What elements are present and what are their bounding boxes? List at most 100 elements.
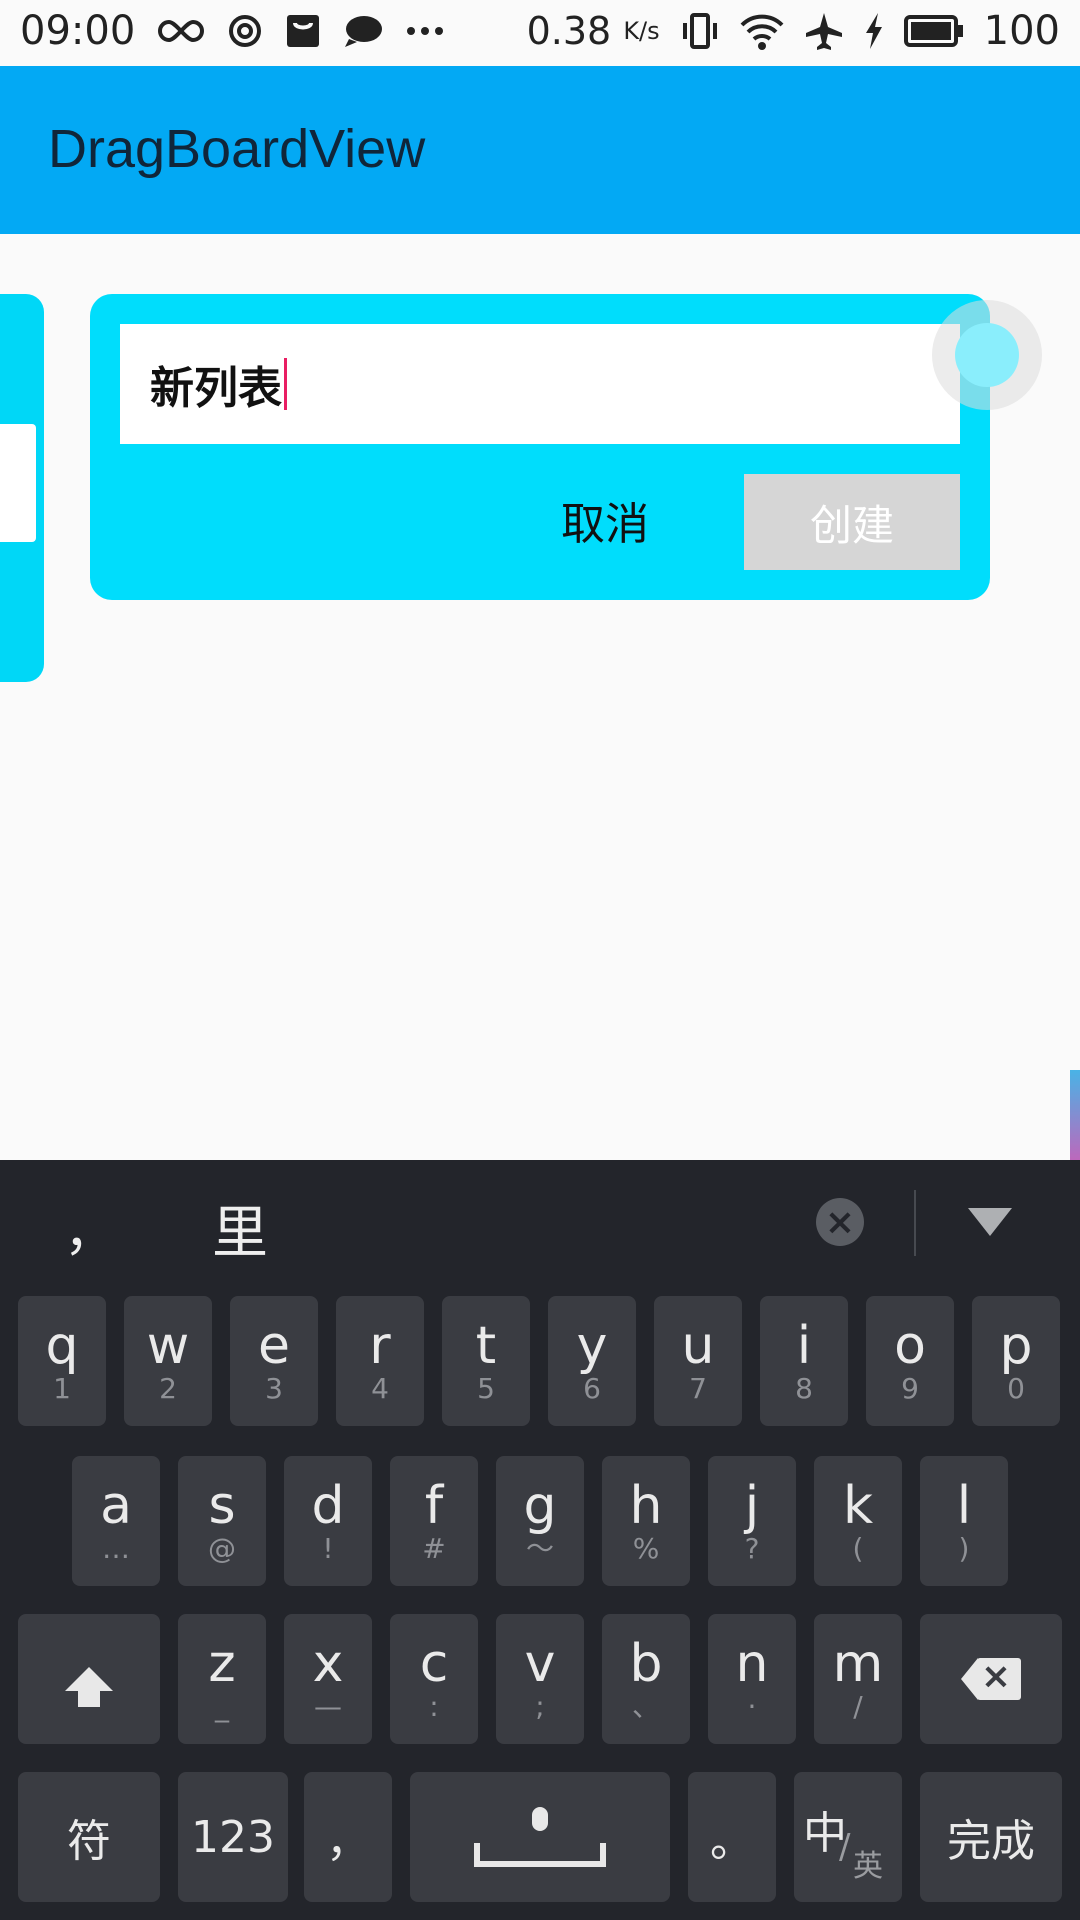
comma-key[interactable]: ， bbox=[304, 1772, 392, 1902]
lang-slash-label: / bbox=[839, 1827, 851, 1867]
done-key-label: 完成 bbox=[947, 1816, 1035, 1867]
numbers-key[interactable]: 123 bbox=[178, 1772, 288, 1902]
chat-icon bbox=[343, 13, 383, 49]
key-sublabel: ? bbox=[744, 1532, 760, 1565]
key-v[interactable]: v; bbox=[496, 1614, 584, 1744]
numbers-key-label: 123 bbox=[191, 1811, 275, 1863]
symbols-key-label: 符 bbox=[67, 1816, 111, 1867]
battery-level: 100 bbox=[983, 8, 1060, 54]
key-d[interactable]: d! bbox=[284, 1456, 372, 1586]
battery-icon bbox=[903, 15, 964, 47]
key-h[interactable]: h% bbox=[602, 1456, 690, 1586]
backspace-icon: × bbox=[961, 1656, 1021, 1700]
key-u[interactable]: u7 bbox=[654, 1296, 742, 1426]
airplane-icon bbox=[804, 11, 844, 51]
text-caret bbox=[284, 358, 287, 410]
key-i[interactable]: i8 bbox=[760, 1296, 848, 1426]
key-l[interactable]: l) bbox=[920, 1456, 1008, 1586]
key-sublabel: 9 bbox=[901, 1372, 919, 1405]
key-label: n bbox=[735, 1634, 769, 1694]
key-label: v bbox=[524, 1634, 556, 1694]
drag-indicator-dot bbox=[955, 323, 1019, 387]
key-p[interactable]: p0 bbox=[972, 1296, 1060, 1426]
key-sublabel: … bbox=[102, 1532, 130, 1565]
key-label: l bbox=[956, 1476, 972, 1536]
key-a[interactable]: a… bbox=[72, 1456, 160, 1586]
key-label: f bbox=[424, 1476, 444, 1536]
key-x[interactable]: x — bbox=[284, 1614, 372, 1744]
key-sublabel: : bbox=[429, 1690, 439, 1723]
key-label: j bbox=[744, 1476, 760, 1536]
key-z[interactable]: z _ bbox=[178, 1614, 266, 1744]
soft-keyboard: ， 里 × q1w2e3r4t5y6u7i8o9p0 a… s @ d! f # g ～ h% j… bbox=[0, 1160, 1080, 1920]
shift-arrow-icon bbox=[65, 1667, 113, 1707]
key-b[interactable]: b、 bbox=[602, 1614, 690, 1744]
key-s[interactable]: s @ bbox=[178, 1456, 266, 1586]
key-n[interactable]: n · bbox=[708, 1614, 796, 1744]
language-switch-key[interactable]: 中 / 英 bbox=[794, 1772, 902, 1902]
key-sublabel: ( bbox=[852, 1532, 864, 1565]
suggestion-candidate[interactable]: 里 bbox=[212, 1188, 268, 1269]
key-label: p bbox=[999, 1316, 1033, 1376]
swirl-icon bbox=[227, 13, 263, 49]
key-label: d bbox=[311, 1476, 345, 1536]
cancel-button[interactable]: 取消 bbox=[530, 472, 680, 568]
key-c[interactable]: c: bbox=[390, 1614, 478, 1744]
symbols-key[interactable]: 符 bbox=[18, 1772, 160, 1902]
infinity-icon bbox=[157, 16, 205, 46]
key-label: m bbox=[832, 1634, 884, 1694]
key-sublabel: @ bbox=[208, 1532, 236, 1565]
create-button[interactable]: 创建 bbox=[744, 474, 960, 570]
suggestion-punctuation[interactable]: ， bbox=[64, 1190, 116, 1265]
key-sublabel: 5 bbox=[477, 1372, 495, 1405]
key-label: c bbox=[419, 1634, 449, 1694]
key-j[interactable]: j? bbox=[708, 1456, 796, 1586]
key-m[interactable]: m / bbox=[814, 1614, 902, 1744]
key-f[interactable]: f # bbox=[390, 1456, 478, 1586]
key-o[interactable]: o9 bbox=[866, 1296, 954, 1426]
key-w[interactable]: w2 bbox=[124, 1296, 212, 1426]
board-column-previous[interactable] bbox=[0, 294, 44, 682]
key-g[interactable]: g ～ bbox=[496, 1456, 584, 1586]
app-bar: DragBoardView bbox=[0, 66, 1080, 234]
key-sublabel: 8 bbox=[795, 1372, 813, 1405]
list-name-value: 新列表 bbox=[150, 363, 282, 414]
key-label: t bbox=[475, 1316, 497, 1376]
speed-value: 0.38 bbox=[526, 9, 612, 53]
key-sublabel: 1 bbox=[53, 1372, 71, 1405]
key-e[interactable]: e3 bbox=[230, 1296, 318, 1426]
suggestion-bar: ， 里 × bbox=[0, 1160, 1080, 1286]
key-sublabel: _ bbox=[215, 1690, 229, 1723]
period-key[interactable]: 。 bbox=[688, 1772, 776, 1902]
key-sublabel: % bbox=[632, 1532, 660, 1565]
key-sublabel: 4 bbox=[371, 1372, 389, 1405]
collapse-keyboard-icon[interactable] bbox=[968, 1208, 1012, 1236]
column-item-card[interactable] bbox=[0, 424, 36, 542]
key-label: b bbox=[629, 1634, 663, 1694]
key-k[interactable]: k( bbox=[814, 1456, 902, 1586]
language-switch-label: 中 / 英 bbox=[803, 1797, 893, 1884]
app-title: DragBoardView bbox=[48, 119, 426, 179]
clear-candidates-icon[interactable]: × bbox=[816, 1198, 864, 1246]
key-t[interactable]: t5 bbox=[442, 1296, 530, 1426]
shift-key[interactable] bbox=[18, 1614, 160, 1744]
key-sublabel: 0 bbox=[1007, 1372, 1025, 1405]
done-key[interactable]: 完成 bbox=[920, 1772, 1062, 1902]
key-y[interactable]: y6 bbox=[548, 1296, 636, 1426]
backspace-key[interactable]: × bbox=[920, 1614, 1062, 1744]
key-sublabel: 2 bbox=[159, 1372, 177, 1405]
key-sublabel: ～ bbox=[525, 1532, 554, 1565]
key-label: s bbox=[208, 1476, 236, 1536]
key-label: o bbox=[894, 1316, 926, 1376]
clock: 09:00 bbox=[20, 8, 136, 54]
key-r[interactable]: r4 bbox=[336, 1296, 424, 1426]
key-q[interactable]: q1 bbox=[18, 1296, 106, 1426]
vibrate-icon bbox=[680, 11, 720, 51]
list-name-input[interactable]: 新列表 bbox=[120, 324, 960, 444]
key-sublabel: ) bbox=[958, 1532, 970, 1565]
network-speed: 0.38 K/s bbox=[527, 9, 660, 53]
key-sublabel: · bbox=[747, 1690, 757, 1723]
wifi-icon bbox=[740, 11, 784, 51]
space-key[interactable] bbox=[410, 1772, 670, 1902]
key-label: q bbox=[45, 1316, 79, 1376]
